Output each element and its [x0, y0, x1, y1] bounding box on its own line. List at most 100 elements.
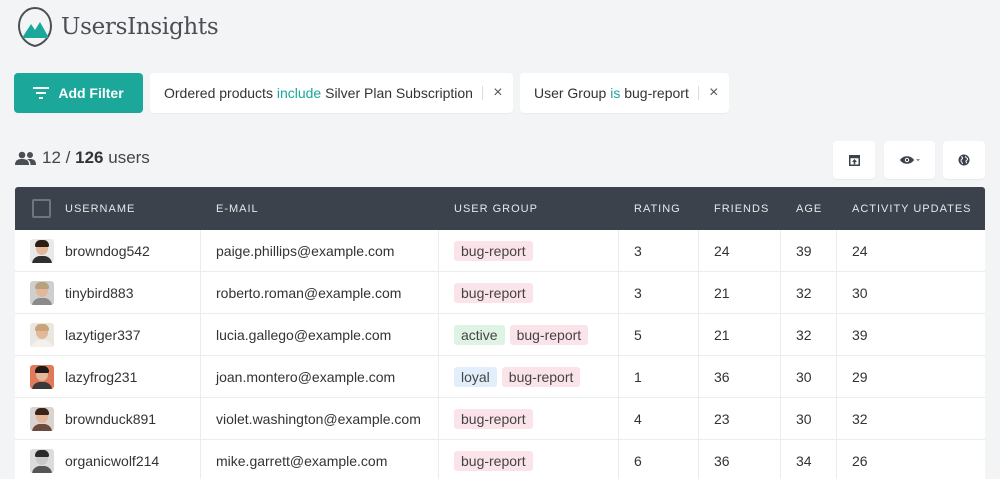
rating-cell: 6 — [619, 440, 699, 479]
activity-updates-cell: 26 — [852, 452, 868, 469]
username-cell: tinybird883 — [15, 272, 201, 313]
group-tag: bug-report — [501, 366, 581, 387]
filter-icon — [33, 87, 50, 99]
map-view-button[interactable] — [943, 141, 985, 179]
friends-cell: 23 — [699, 398, 781, 439]
select-all-checkbox[interactable] — [32, 199, 51, 218]
avatar — [30, 364, 54, 389]
table-row[interactable]: tinybird883 roberto.roman@example.com bu… — [15, 272, 985, 314]
friends-cell: 36 — [699, 356, 781, 397]
group-tag: active — [454, 324, 505, 345]
age-cell: 32 — [781, 314, 837, 355]
activity-updates-cell: 24 — [852, 242, 868, 259]
table-row[interactable]: lazytiger337 lucia.gallego@example.com a… — [15, 314, 985, 356]
user-group-cell: bug-report — [439, 440, 619, 479]
column-email[interactable]: E-mail — [201, 187, 439, 230]
shown-count: 12 — [42, 148, 61, 167]
total-count: 126 — [75, 148, 104, 167]
group-tag: bug-report — [509, 324, 589, 345]
rating-cell: 3 — [619, 272, 699, 313]
table-row[interactable]: brownduck891 violet.washington@example.c… — [15, 398, 985, 440]
filter-operator: is — [610, 85, 621, 101]
export-button[interactable] — [833, 141, 875, 179]
friends-cell: 24 — [699, 230, 781, 271]
column-activity-updates[interactable]: Activity Updates — [837, 187, 985, 230]
filter-value: Silver Plan Subscription — [325, 85, 473, 101]
username-cell: lazyfrog231 — [15, 356, 201, 397]
avatar — [30, 238, 54, 263]
email-cell: paige.phillips@example.com — [201, 230, 439, 271]
activity-updates-cell: 30 — [852, 284, 868, 301]
filter-operator: include — [276, 85, 322, 101]
visibility-dropdown-button[interactable] — [884, 141, 935, 179]
users-table: Username E-mail User Group Rating Friend… — [15, 187, 985, 479]
filter-bar: Add Filter Ordered products include Silv… — [14, 73, 729, 113]
users-icon — [15, 151, 36, 165]
column-username[interactable]: Username — [15, 187, 201, 230]
group-tag: bug-report — [454, 450, 533, 471]
close-icon[interactable]: × — [699, 84, 729, 102]
username-link[interactable]: lazyfrog231 — [65, 369, 137, 385]
filter-chip-ordered-products[interactable]: Ordered products include Silver Plan Sub… — [150, 73, 513, 113]
logo-mountain-icon — [17, 6, 53, 48]
age-cell: 34 — [781, 440, 837, 479]
avatar — [30, 280, 54, 305]
activity-updates-cell: 29 — [852, 368, 868, 385]
table-row[interactable]: organicwolf214 mike.garrett@example.com … — [15, 440, 985, 479]
group-tag: bug-report — [454, 408, 533, 429]
count-unit: users — [108, 148, 150, 167]
column-rating[interactable]: Rating — [619, 187, 699, 230]
age-cell: 32 — [781, 272, 837, 313]
email-cell: roberto.roman@example.com — [201, 272, 439, 313]
activity-updates-cell: 32 — [852, 410, 868, 427]
avatar — [30, 406, 54, 431]
table-body: browndog542 paige.phillips@example.com b… — [15, 230, 985, 479]
table-row[interactable]: browndog542 paige.phillips@example.com b… — [15, 230, 985, 272]
close-icon[interactable]: × — [483, 84, 513, 102]
username-cell: lazytiger337 — [15, 314, 201, 355]
app-logo: UsersInsights — [16, 6, 219, 48]
username-link[interactable]: tinybird883 — [65, 285, 134, 301]
age-cell: 30 — [781, 398, 837, 439]
email-cell: mike.garrett@example.com — [201, 440, 439, 479]
user-group-cell: bug-report — [439, 230, 619, 271]
username-link[interactable]: browndog542 — [65, 243, 150, 259]
user-group-cell: loyal bug-report — [439, 356, 619, 397]
username-link[interactable]: brownduck891 — [65, 411, 156, 427]
column-age[interactable]: Age — [781, 187, 837, 230]
username-cell: brownduck891 — [15, 398, 201, 439]
column-user-group[interactable]: User Group — [439, 187, 619, 230]
email-cell: violet.washington@example.com — [201, 398, 439, 439]
email-cell: lucia.gallego@example.com — [201, 314, 439, 355]
avatar — [30, 448, 54, 473]
eye-icon — [899, 156, 920, 164]
table-header: Username E-mail User Group Rating Friend… — [15, 187, 985, 230]
column-friends[interactable]: Friends — [699, 187, 781, 230]
rating-cell: 4 — [619, 398, 699, 439]
app-name: UsersInsights — [61, 14, 219, 40]
username-cell: browndog542 — [15, 230, 201, 271]
user-count: 12 / 126 users — [15, 148, 150, 168]
filter-chip-user-group[interactable]: User Group is bug-report × — [519, 73, 729, 113]
activity-updates-cell: 39 — [852, 326, 868, 343]
username-link[interactable]: lazytiger337 — [65, 327, 141, 343]
export-icon — [848, 154, 860, 166]
group-tag: bug-report — [454, 282, 533, 303]
filter-field: Ordered products — [164, 85, 273, 101]
friends-cell: 21 — [699, 272, 781, 313]
count-separator: / — [65, 148, 71, 167]
avatar — [30, 322, 54, 347]
user-group-cell: bug-report — [439, 272, 619, 313]
add-filter-label: Add Filter — [58, 85, 124, 101]
add-filter-button[interactable]: Add Filter — [14, 73, 143, 113]
username-cell: organicwolf214 — [15, 440, 201, 479]
friends-cell: 21 — [699, 314, 781, 355]
username-link[interactable]: organicwolf214 — [65, 453, 159, 469]
filter-value: bug-report — [624, 85, 689, 101]
filter-field: User Group — [533, 85, 607, 101]
rating-cell: 3 — [619, 230, 699, 271]
table-row[interactable]: lazyfrog231 joan.montero@example.com loy… — [15, 356, 985, 398]
age-cell: 39 — [781, 230, 837, 271]
friends-cell: 36 — [699, 440, 781, 479]
globe-icon — [958, 154, 970, 166]
